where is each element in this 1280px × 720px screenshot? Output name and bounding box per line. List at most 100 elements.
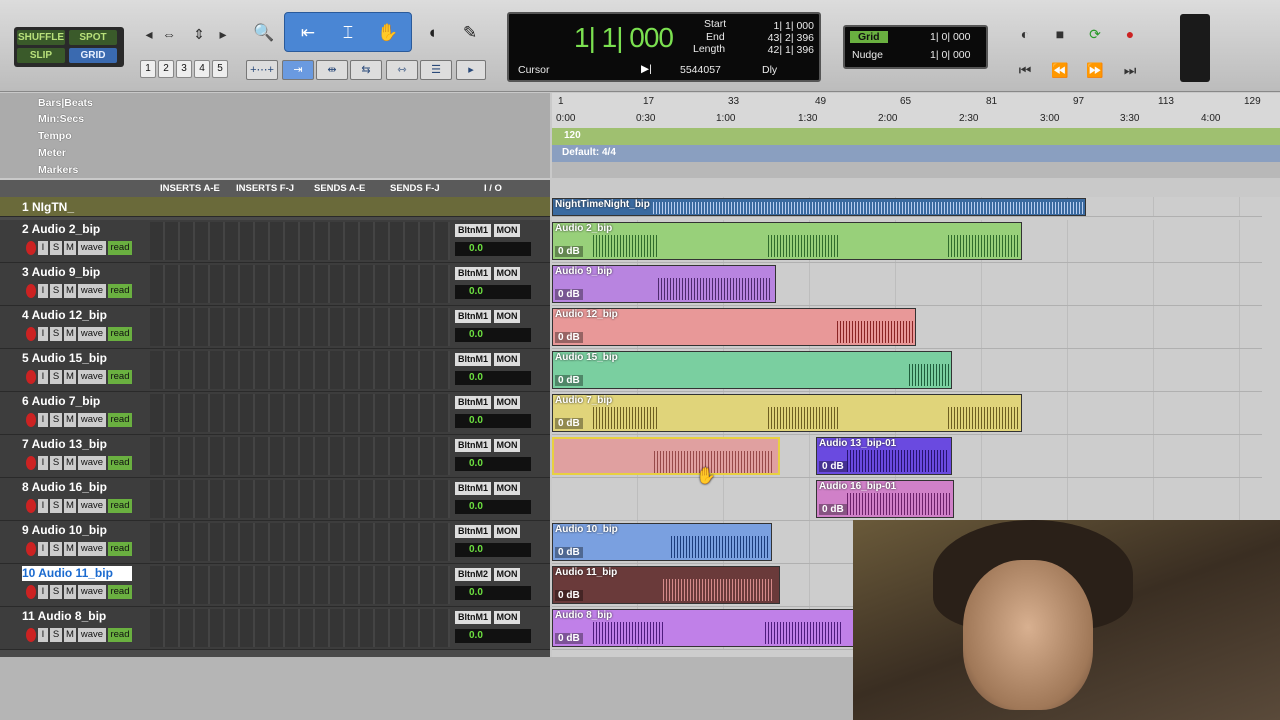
tab-to-transient-icon[interactable]: ⇥ [282,60,314,80]
mute-button[interactable]: M [64,370,76,384]
monitor-button[interactable]: MON [494,568,520,581]
record-arm-button[interactable] [26,456,36,470]
clip-gain[interactable]: 0 dB [555,547,583,558]
input-monitor-button[interactable]: I [38,327,48,341]
automation-mode[interactable]: read [108,413,132,427]
bars-beats-ruler-label[interactable]: Bars|Beats [38,97,93,109]
track-lane[interactable]: Audio 16_bip-01 0 dB [552,478,1262,521]
zoom-preset-2[interactable]: 2 [158,60,174,78]
slip-mode-button[interactable]: SLIP [17,48,65,63]
record-arm-button[interactable] [26,241,36,255]
play-icon[interactable]: ⟳ [1080,22,1110,46]
automation-mode[interactable]: read [108,585,132,599]
record-arm-button[interactable] [26,585,36,599]
clip-gain[interactable]: 0 dB [555,375,583,386]
track-name[interactable]: 6 Audio 7_bip [22,394,132,409]
record-icon[interactable]: ● [1115,22,1145,46]
volume-field[interactable]: 0.0 [455,543,531,557]
grid-mode-button[interactable]: GRID [69,48,117,63]
input-monitor-button[interactable]: I [38,241,48,255]
inserts-sends-area[interactable] [150,308,450,346]
output-selector[interactable]: BltnM1 [455,396,491,409]
online-icon[interactable]: ◐ [1010,22,1040,46]
pencil-tool-icon[interactable]: ✎ [452,16,488,50]
volume-field[interactable]: 0.0 [455,371,531,385]
input-monitor-button[interactable]: I [38,370,48,384]
automation-mode[interactable]: read [108,542,132,556]
shuffle-mode-button[interactable]: SHUFFLE [17,30,65,45]
track-row[interactable]: 6 Audio 7_bip I S Mwave read BltnM1 MON 0.0 [0,392,550,435]
track-lane[interactable]: Audio 15_bip 0 dB [552,349,1262,392]
clip-gain[interactable]: 0 dB [555,289,583,300]
audio-clip[interactable]: Audio 11_bip 0 dB [552,566,780,604]
monitor-button[interactable]: MON [494,310,520,323]
grid-value[interactable]: 1| 0| 000 [930,31,971,43]
input-monitor-button[interactable]: I [38,542,48,556]
monitor-button[interactable]: MON [494,482,520,495]
track-name-selected[interactable]: 10 Audio 11_bip [22,566,132,581]
start-value[interactable]: 1| 1| 000 [754,20,815,32]
meter-value[interactable]: Default: 4/4 [562,147,616,158]
track-name[interactable]: 9 Audio 10_bip [22,523,132,538]
record-arm-button[interactable] [26,284,36,298]
volume-field[interactable]: 0.0 [455,242,531,256]
monitor-button[interactable]: MON [494,224,520,237]
solo-button[interactable]: S [50,542,62,556]
scrubber-tool-icon[interactable]: ◖ [414,16,450,50]
nudge-value[interactable]: 1| 0| 000 [930,49,971,61]
go-to-end-icon[interactable]: ⏭ [1115,58,1145,82]
output-selector[interactable]: BltnM1 [455,353,491,366]
output-selector[interactable]: BltnM1 [455,439,491,452]
view-selector[interactable]: wave [78,284,106,298]
track-row[interactable]: 1 NIgTN_ [0,197,550,217]
solo-button[interactable]: S [50,585,62,599]
track-row[interactable]: 2 Audio 2_bip I S Mwave read BltnM1 MON 0.0 [0,220,550,263]
volume-field[interactable]: 0.0 [455,457,531,471]
mute-button[interactable]: M [64,499,76,513]
input-monitor-button[interactable]: I [38,456,48,470]
solo-button[interactable]: S [50,370,62,384]
clip-gain[interactable]: 0 dB [555,590,583,601]
input-monitor-button[interactable]: I [38,413,48,427]
zoom-wave-in-icon[interactable]: ⇕ [188,20,210,48]
view-selector[interactable]: wave [78,585,106,599]
automation-mode[interactable]: read [108,241,132,255]
solo-button[interactable]: S [50,413,62,427]
inserts-sends-area[interactable] [150,394,450,432]
zoomer-tool-icon[interactable]: 🔍 [246,16,282,50]
record-arm-button[interactable] [26,542,36,556]
track-lane[interactable]: Audio 9_bip 0 dB [552,263,1262,306]
record-arm-button[interactable] [26,499,36,513]
mirror-midi-icon[interactable]: ☰ [420,60,452,80]
track-lane[interactable]: Audio 12_bip 0 dB [552,306,1262,349]
monitor-button[interactable]: MON [494,353,520,366]
volume-field[interactable]: 0.0 [455,285,531,299]
solo-button[interactable]: S [50,241,62,255]
tempo-value[interactable]: 120 [564,130,581,141]
audio-clip[interactable]: Audio 13_bip-01 0 dB [816,437,952,475]
mute-button[interactable]: M [64,585,76,599]
track-name[interactable]: 2 Audio 2_bip [22,222,132,237]
track-name[interactable]: 3 Audio 9_bip [22,265,132,280]
zoom-preset-4[interactable]: 4 [194,60,210,78]
inserts-sends-area[interactable] [150,437,450,475]
track-lane[interactable]: Audio 13_bip-01 0 dB [552,435,1262,478]
meter-ruler[interactable]: Default: 4/4 [552,145,1280,162]
audio-clip[interactable]: Audio 15_bip 0 dB [552,351,952,389]
output-selector[interactable]: BltnM1 [455,482,491,495]
output-selector[interactable]: BltnM2 [455,568,491,581]
grabber-tool-icon[interactable]: ✋ [370,16,406,50]
track-row[interactable]: 3 Audio 9_bip I S Mwave read BltnM1 MON 0.0 [0,263,550,306]
track-row[interactable]: 10 Audio 11_bip I S Mwave read BltnM2 MON 0… [0,564,550,607]
input-monitor-button[interactable]: I [38,628,48,642]
audio-clip[interactable]: Audio 12_bip 0 dB [552,308,916,346]
view-selector[interactable]: wave [78,628,106,642]
view-selector[interactable]: wave [78,241,106,255]
mute-button[interactable]: M [64,413,76,427]
rewind-icon[interactable]: ⏪ [1045,58,1075,82]
zoom-preset-3[interactable]: 3 [176,60,192,78]
output-selector[interactable]: BltnM1 [455,525,491,538]
main-counter[interactable]: 1| 1| 000 [574,22,674,54]
automation-mode[interactable]: read [108,370,132,384]
mute-button[interactable]: M [64,456,76,470]
